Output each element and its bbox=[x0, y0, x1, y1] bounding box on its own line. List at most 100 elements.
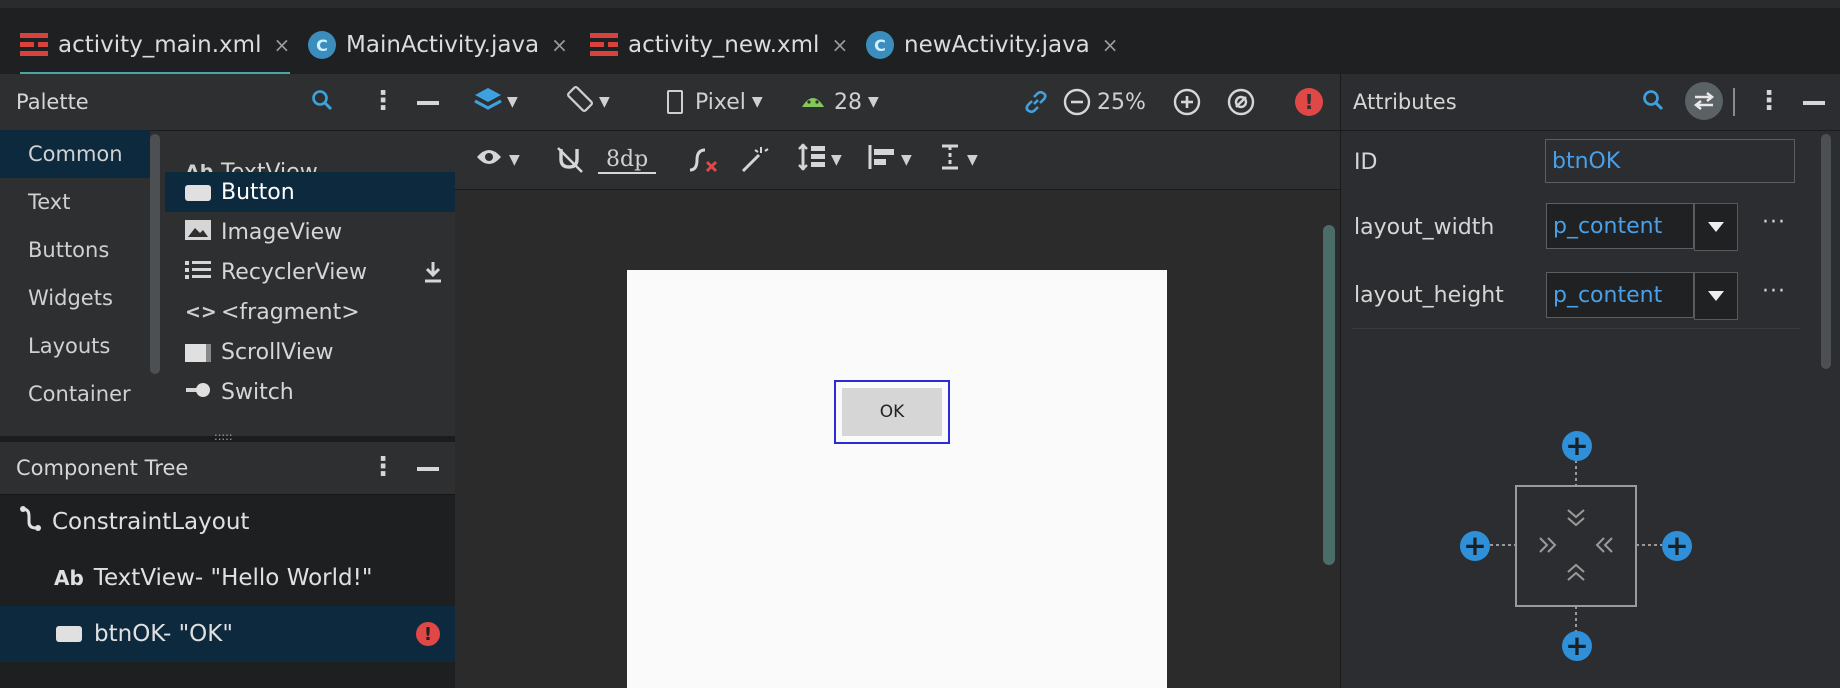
selected-ok-button[interactable]: OK bbox=[834, 380, 950, 444]
error-icon[interactable]: ! bbox=[1295, 82, 1323, 122]
java-class-icon: C bbox=[866, 31, 894, 59]
palette-item-button[interactable]: Button bbox=[165, 172, 455, 212]
search-icon[interactable] bbox=[310, 88, 334, 117]
tab-activity-new-xml[interactable]: activity_new.xml × bbox=[590, 16, 848, 74]
add-right-constraint-icon[interactable]: + bbox=[1662, 531, 1692, 561]
category-scrollbar[interactable] bbox=[150, 134, 160, 374]
java-class-icon: C bbox=[308, 31, 336, 59]
palette-item-fragment[interactable]: <> <fragment> bbox=[165, 292, 455, 332]
distribute-icon bbox=[797, 142, 827, 178]
zoom-fit-icon[interactable] bbox=[1227, 82, 1255, 122]
palette-item-switch[interactable]: Switch bbox=[165, 372, 455, 412]
tree-label: ConstraintLayout bbox=[52, 509, 250, 535]
more-options-icon[interactable]: ⋮ bbox=[370, 452, 396, 482]
device-preview[interactable] bbox=[627, 270, 1167, 688]
autoconnect-toggle-icon[interactable] bbox=[555, 140, 585, 180]
design-mode-dropdown[interactable]: ▼ bbox=[473, 82, 518, 122]
swap-view-icon[interactable] bbox=[1685, 82, 1723, 120]
tree-row-btnok[interactable]: btnOK- "OK" ! bbox=[0, 606, 455, 662]
palette-category-container[interactable]: Container bbox=[0, 370, 150, 418]
view-options-dropdown[interactable]: ▼ bbox=[475, 140, 520, 180]
palette-title: Palette bbox=[16, 90, 89, 114]
phone-icon bbox=[667, 90, 683, 114]
layout-height-more-icon[interactable]: ··· bbox=[1762, 279, 1786, 304]
chevron-down-icon: ▼ bbox=[868, 94, 879, 110]
palette-item-label: RecyclerView bbox=[221, 259, 367, 285]
zoom-in-icon[interactable] bbox=[1173, 82, 1201, 122]
image-icon bbox=[185, 219, 215, 245]
tree-row-textview[interactable]: Ab TextView- "Hello World!" bbox=[0, 550, 455, 606]
close-icon[interactable]: × bbox=[551, 33, 568, 57]
palette-category-common[interactable]: Common bbox=[0, 130, 150, 178]
chevron-down-icon: ▼ bbox=[599, 94, 610, 110]
api-level-dropdown[interactable]: 28 ▼ bbox=[800, 82, 879, 122]
palette-category-layouts[interactable]: Layouts bbox=[0, 322, 150, 370]
align-dropdown[interactable]: ▼ bbox=[867, 140, 912, 180]
layout-width-more-icon[interactable]: ··· bbox=[1762, 210, 1786, 235]
orientation-dropdown[interactable]: ▼ bbox=[565, 82, 610, 122]
add-bottom-constraint-icon[interactable]: + bbox=[1562, 631, 1592, 661]
attributes-title: Attributes bbox=[1353, 90, 1457, 114]
link-icon[interactable] bbox=[1023, 82, 1049, 122]
add-left-constraint-icon[interactable]: + bbox=[1460, 531, 1490, 561]
android-icon bbox=[800, 90, 826, 115]
tree-row-constraintlayout[interactable]: ConstraintLayout bbox=[0, 494, 455, 550]
layout-width-field[interactable]: p_content bbox=[1546, 203, 1694, 249]
scrollview-icon bbox=[185, 341, 215, 363]
download-icon[interactable] bbox=[423, 260, 443, 290]
rotate-device-icon bbox=[565, 84, 595, 120]
button-icon bbox=[185, 181, 215, 203]
palette-item-scrollview[interactable]: ScrollView bbox=[165, 332, 455, 372]
pack-dropdown[interactable]: ▼ bbox=[797, 140, 842, 180]
minimize-icon[interactable] bbox=[417, 101, 439, 105]
search-icon[interactable] bbox=[1641, 88, 1665, 117]
default-margin-dropdown[interactable]: 8dp bbox=[598, 140, 657, 180]
close-icon[interactable]: × bbox=[831, 33, 848, 57]
close-icon[interactable]: × bbox=[1102, 33, 1119, 57]
xml-layout-icon bbox=[20, 32, 48, 58]
constraint-icon bbox=[20, 506, 42, 538]
palette-item-recyclerview[interactable]: RecyclerView bbox=[165, 252, 455, 292]
tab-label: newActivity.java bbox=[904, 32, 1090, 58]
guideline-icon bbox=[939, 143, 961, 177]
component-tree-header: Component Tree ⋮ bbox=[0, 442, 455, 495]
chevron-down-icon: ▼ bbox=[509, 152, 520, 168]
palette-category-widgets[interactable]: Widgets bbox=[0, 274, 150, 322]
device-label: Pixel bbox=[695, 89, 746, 115]
list-icon bbox=[185, 260, 215, 285]
attributes-header: Attributes ⋮ bbox=[1341, 74, 1840, 131]
clear-constraints-icon[interactable] bbox=[687, 140, 719, 180]
more-options-icon[interactable]: ⋮ bbox=[1756, 86, 1782, 116]
component-tree-panel: Component Tree ⋮ ConstraintLayout Ab Tex… bbox=[0, 442, 455, 688]
tab-activity-main-xml[interactable]: activity_main.xml × bbox=[20, 16, 291, 76]
minimize-icon[interactable] bbox=[417, 467, 439, 471]
separator bbox=[1733, 88, 1735, 116]
layout-width-dropdown[interactable] bbox=[1694, 203, 1738, 251]
layout-width-label: layout_width bbox=[1354, 215, 1495, 240]
more-options-icon[interactable]: ⋮ bbox=[370, 86, 396, 116]
palette-header: Palette ⋮ bbox=[0, 74, 455, 131]
id-label: ID bbox=[1354, 150, 1378, 175]
palette-category-buttons[interactable]: Buttons bbox=[0, 226, 150, 274]
guidelines-dropdown[interactable]: ▼ bbox=[939, 140, 978, 180]
attributes-scrollbar[interactable] bbox=[1821, 134, 1831, 369]
id-field[interactable]: btnOK bbox=[1545, 139, 1795, 183]
close-icon[interactable]: × bbox=[273, 33, 290, 57]
top-strip bbox=[0, 0, 1840, 8]
add-top-constraint-icon[interactable]: + bbox=[1562, 431, 1592, 461]
tab-mainactivity-java[interactable]: C MainActivity.java × bbox=[308, 16, 568, 74]
eye-icon bbox=[475, 147, 503, 173]
device-dropdown[interactable]: Pixel ▼ bbox=[667, 82, 763, 122]
zoom-out-icon[interactable] bbox=[1063, 82, 1091, 122]
palette-item-label: Button bbox=[221, 179, 295, 205]
error-icon[interactable]: ! bbox=[416, 622, 440, 646]
design-scrollbar[interactable] bbox=[1323, 225, 1335, 565]
minimize-icon[interactable] bbox=[1803, 101, 1825, 105]
infer-constraints-icon[interactable] bbox=[739, 140, 769, 180]
layout-height-field[interactable]: p_content bbox=[1546, 272, 1694, 318]
layout-height-dropdown[interactable] bbox=[1694, 272, 1738, 320]
tree-label: btnOK- "OK" bbox=[94, 621, 233, 647]
tab-newactivity-java[interactable]: C newActivity.java × bbox=[866, 16, 1119, 74]
palette-item-imageview[interactable]: ImageView bbox=[165, 212, 455, 252]
palette-category-text[interactable]: Text bbox=[0, 178, 150, 226]
